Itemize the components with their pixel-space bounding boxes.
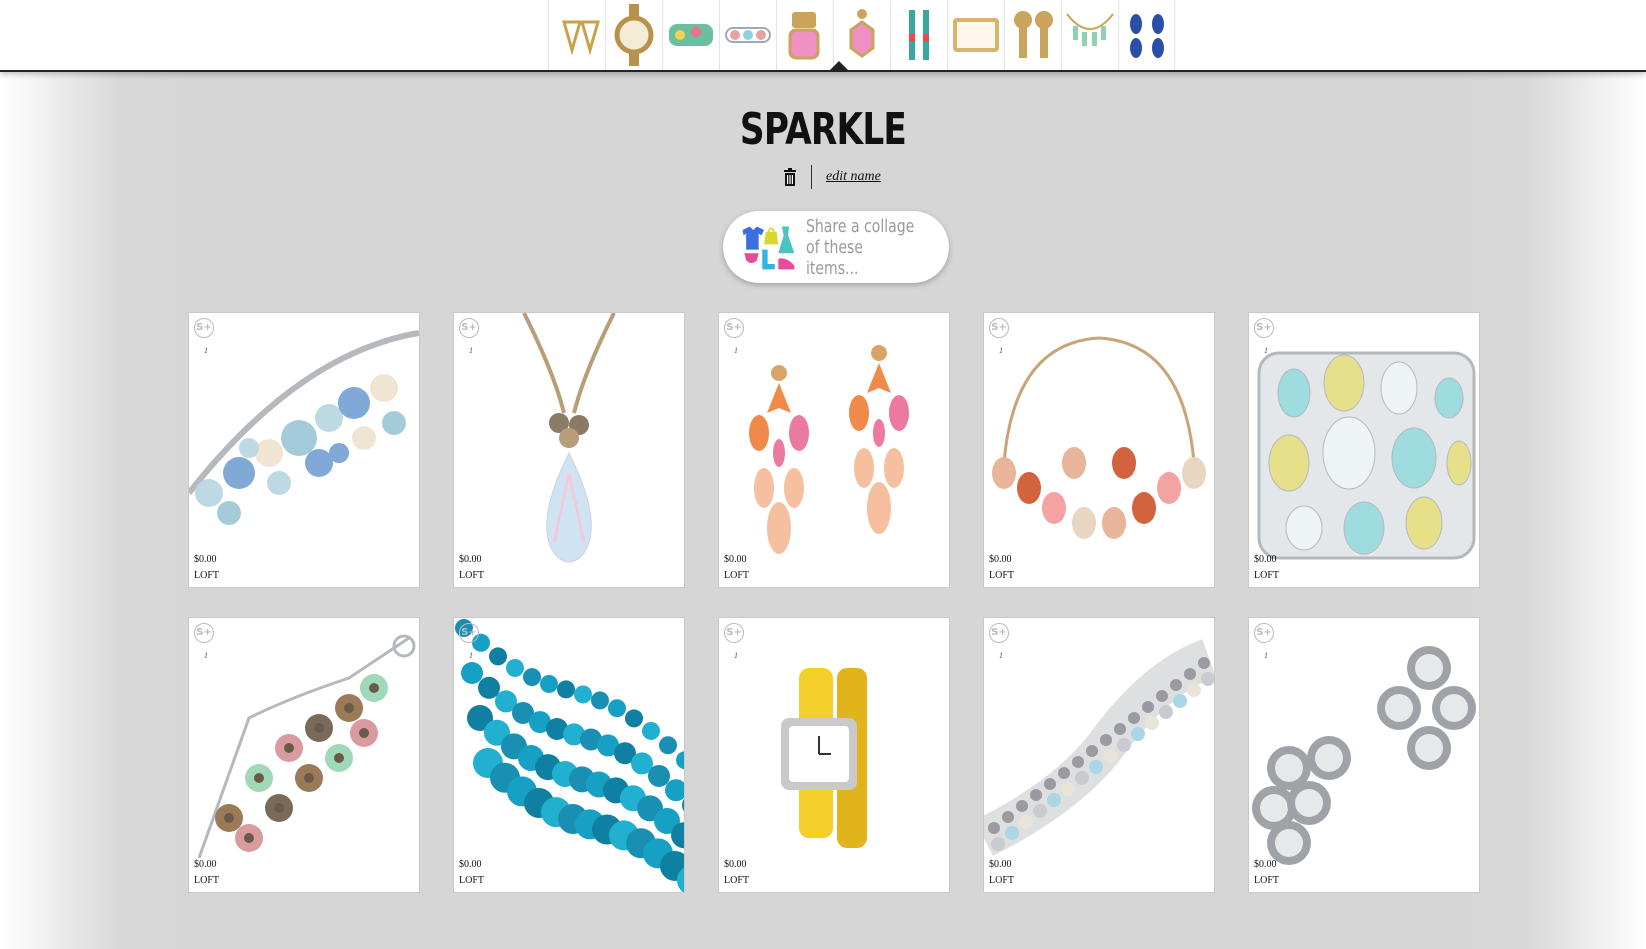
item-card[interactable]: S+ 1 $0.00 LOFT	[453, 312, 685, 588]
item-brand: LOFT	[724, 570, 749, 581]
save-badge-icon[interactable]: S+	[459, 623, 479, 643]
pastel-bracelet-thumb-image	[725, 27, 771, 43]
clothing-icon	[742, 226, 795, 270]
thumbnail-multicolor-bracelet-thumb[interactable]	[662, 0, 719, 70]
thumbnail-pastel-bracelet-thumb[interactable]	[719, 0, 776, 70]
save-badge-icon[interactable]: S+	[1254, 318, 1274, 338]
selected-thumb-indicator	[829, 61, 849, 71]
save-count: 1	[734, 651, 738, 660]
silver-earrings-image	[1252, 646, 1476, 865]
item-brand: LOFT	[194, 570, 219, 581]
save-badge-icon[interactable]: S+	[724, 318, 744, 338]
bib-necklace-image	[992, 336, 1206, 539]
item-brand: LOFT	[459, 570, 484, 581]
item-price: $0.00	[989, 554, 1012, 565]
item-card[interactable]: S+ 1 $0.00 LOFT	[983, 617, 1215, 893]
item-price: $0.00	[1254, 859, 1277, 870]
save-badge-icon[interactable]: S+	[989, 623, 1009, 643]
item-card[interactable]: S+ 1 $0.00 LOFT	[188, 312, 420, 588]
save-badge-icon[interactable]: S+	[194, 318, 214, 338]
pink-octagon-earring-thumb-image	[849, 9, 875, 58]
collage-line-1: Share a collage	[805, 215, 915, 237]
gold-watch-thumb-image	[614, 4, 654, 66]
thumbnail-pink-octagon-earring-thumb[interactable]	[833, 0, 890, 70]
blue-drop-earrings-thumb-image	[1129, 14, 1164, 58]
thumbnail-triangle-earrings-thumb[interactable]	[548, 0, 605, 70]
thumbnail-gold-cuff-thumb[interactable]	[947, 0, 1004, 70]
save-count: 1	[469, 346, 473, 355]
item-card[interactable]: S+ 1 $0.00 LOFT	[1248, 312, 1480, 588]
thumbnail-strip	[548, 0, 1175, 70]
pink-stone-earrings-thumb-image	[788, 12, 820, 60]
crystal-bracelet-image	[984, 639, 1214, 856]
item-price: $0.00	[194, 554, 217, 565]
item-brand: LOFT	[194, 875, 219, 886]
thumbnail-pink-stone-earrings-thumb[interactable]	[776, 0, 833, 70]
thumbnail-blue-drop-earrings-thumb[interactable]	[1118, 0, 1175, 70]
trash-icon[interactable]	[783, 168, 797, 186]
collage-label: Share a collage of these items...	[806, 216, 918, 279]
save-badge-icon[interactable]: S+	[724, 623, 744, 643]
item-price: $0.00	[724, 859, 747, 870]
board-title: SPARKLE	[739, 104, 907, 155]
save-count: 1	[469, 651, 473, 660]
item-card[interactable]: S+ 1 $0.00 LOFT	[1248, 617, 1480, 893]
item-brand: LOFT	[724, 875, 749, 886]
action-divider	[811, 165, 812, 189]
multicolor-bracelet-thumb-image	[669, 24, 713, 46]
save-badge-icon[interactable]: S+	[989, 318, 1009, 338]
triangle-earrings-thumb-image	[562, 20, 600, 56]
save-badge-icon[interactable]: S+	[459, 318, 479, 338]
thumbnail-gold-clip-earrings-thumb[interactable]	[1004, 0, 1061, 70]
save-count: 1	[999, 346, 1003, 355]
save-badge-icon[interactable]: S+	[194, 623, 214, 643]
item-price: $0.00	[989, 859, 1012, 870]
edit-name-link[interactable]: edit name	[826, 169, 881, 185]
item-brand: LOFT	[459, 875, 484, 886]
gold-cuff-thumb-image	[953, 18, 999, 52]
gold-clip-earrings-thumb-image	[1014, 11, 1053, 58]
item-price: $0.00	[459, 859, 482, 870]
item-card[interactable]: S+ 1 $0.00 LOFT	[983, 312, 1215, 588]
item-price: $0.00	[724, 554, 747, 565]
save-count: 1	[204, 346, 208, 355]
save-badge-icon[interactable]: S+	[1254, 623, 1274, 643]
stone-cuff-image	[1257, 351, 1476, 560]
statement-earrings-image	[749, 345, 909, 554]
item-brand: LOFT	[1254, 570, 1279, 581]
cluster-bracelet-image	[189, 330, 419, 525]
item-brand: LOFT	[989, 875, 1014, 886]
item-card[interactable]: S+ 1 $0.00 LOFT	[188, 617, 420, 893]
bead-necklace-image	[455, 619, 684, 892]
mint-necklace-thumb-image	[1066, 13, 1114, 46]
board-actions: edit name	[783, 164, 881, 190]
item-card[interactable]: S+ 1 $0.00 LOFT	[453, 617, 685, 893]
item-price: $0.00	[1254, 554, 1277, 565]
item-grid: S+ 1 $0.00 LOFT S+ 1 $0.00 LOFT S+ 1 $0.00 LOFT S+…	[188, 312, 1480, 893]
drop-earrings-thumb-image	[909, 10, 929, 60]
save-count: 1	[734, 346, 738, 355]
item-brand: LOFT	[1254, 875, 1279, 886]
wrap-watch-image	[781, 668, 867, 848]
top-thumbnail-bar	[0, 0, 1646, 72]
save-count: 1	[1264, 346, 1268, 355]
thumbnail-mint-necklace-thumb[interactable]	[1061, 0, 1118, 70]
item-brand: LOFT	[989, 570, 1014, 581]
thumbnail-drop-earrings-thumb[interactable]	[890, 0, 947, 70]
pendant-necklace-image	[522, 313, 616, 563]
item-card[interactable]: S+ 1 $0.00 LOFT	[718, 617, 950, 893]
flower-bracelet-image	[197, 634, 416, 859]
save-count: 1	[1264, 651, 1268, 660]
save-count: 1	[204, 651, 208, 660]
item-card[interactable]: S+ 1 $0.00 LOFT	[718, 312, 950, 588]
thumbnail-gold-watch-thumb[interactable]	[605, 0, 662, 70]
save-count: 1	[999, 651, 1003, 660]
item-price: $0.00	[194, 859, 217, 870]
item-price: $0.00	[459, 554, 482, 565]
share-collage-button[interactable]: Share a collage of these items...	[723, 211, 949, 283]
collage-line-2: of these items...	[805, 236, 863, 279]
